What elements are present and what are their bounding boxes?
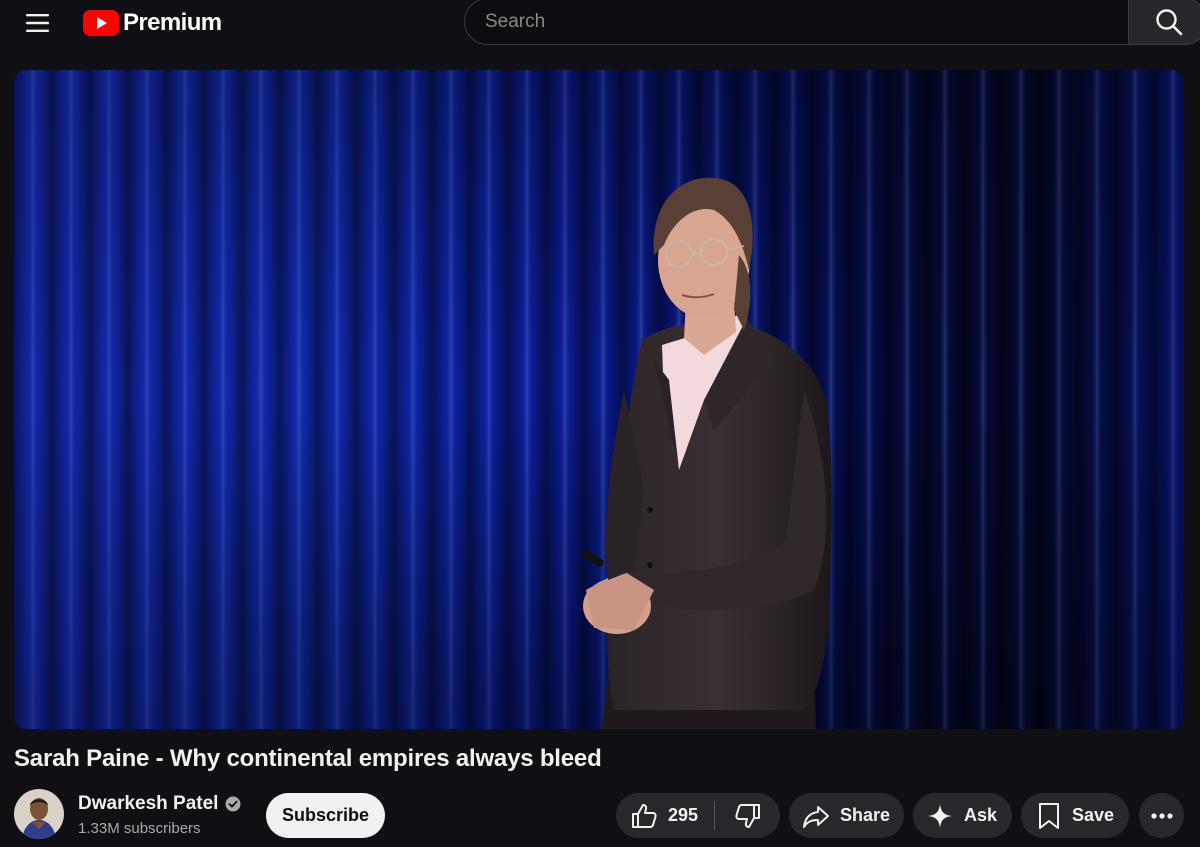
hamburger-menu-icon	[26, 14, 49, 32]
ask-button[interactable]: Ask	[913, 793, 1012, 838]
logo-text: Premium	[123, 9, 222, 36]
save-label: Save	[1072, 805, 1115, 825]
youtube-play-icon	[83, 10, 119, 36]
masthead: Premium	[0, 0, 1200, 46]
like-dislike-group: 295	[616, 793, 780, 838]
bookmark-icon	[1039, 802, 1059, 829]
youtube-premium-logo[interactable]: Premium	[83, 8, 222, 38]
search-button[interactable]	[1128, 0, 1200, 45]
like-count: 295	[668, 805, 699, 825]
more-horizontal-icon	[1150, 812, 1173, 819]
video-title: Sarah Paine - Why continental empires al…	[14, 745, 602, 772]
subscribe-button[interactable]: Subscribe	[266, 793, 385, 838]
more-actions-button[interactable]	[1139, 793, 1184, 838]
thumbs-up-icon	[632, 803, 657, 828]
search-input[interactable]	[485, 10, 1130, 33]
sparkle-icon	[928, 803, 952, 828]
verified-badge-icon	[225, 796, 241, 812]
ask-label: Ask	[964, 805, 998, 825]
channel-name: Dwarkesh Patel	[78, 793, 219, 814]
search-icon	[1156, 8, 1183, 35]
video-frame	[14, 70, 1184, 729]
subscriber-count: 1.33M subscribers	[78, 820, 201, 837]
dislike-button[interactable]	[715, 793, 780, 838]
video-player[interactable]	[14, 70, 1184, 729]
share-arrow-icon	[803, 805, 829, 828]
like-button[interactable]: 295	[616, 793, 714, 838]
avatar-image	[14, 789, 64, 839]
channel-avatar[interactable]	[14, 789, 64, 839]
share-button[interactable]: Share	[789, 793, 904, 838]
save-button[interactable]: Save	[1021, 793, 1129, 838]
search-box[interactable]	[464, 0, 1130, 45]
thumbs-down-icon	[734, 803, 760, 828]
guide-menu-button[interactable]	[20, 6, 56, 40]
share-label: Share	[840, 805, 891, 825]
channel-name-link[interactable]: Dwarkesh Patel	[78, 793, 241, 815]
